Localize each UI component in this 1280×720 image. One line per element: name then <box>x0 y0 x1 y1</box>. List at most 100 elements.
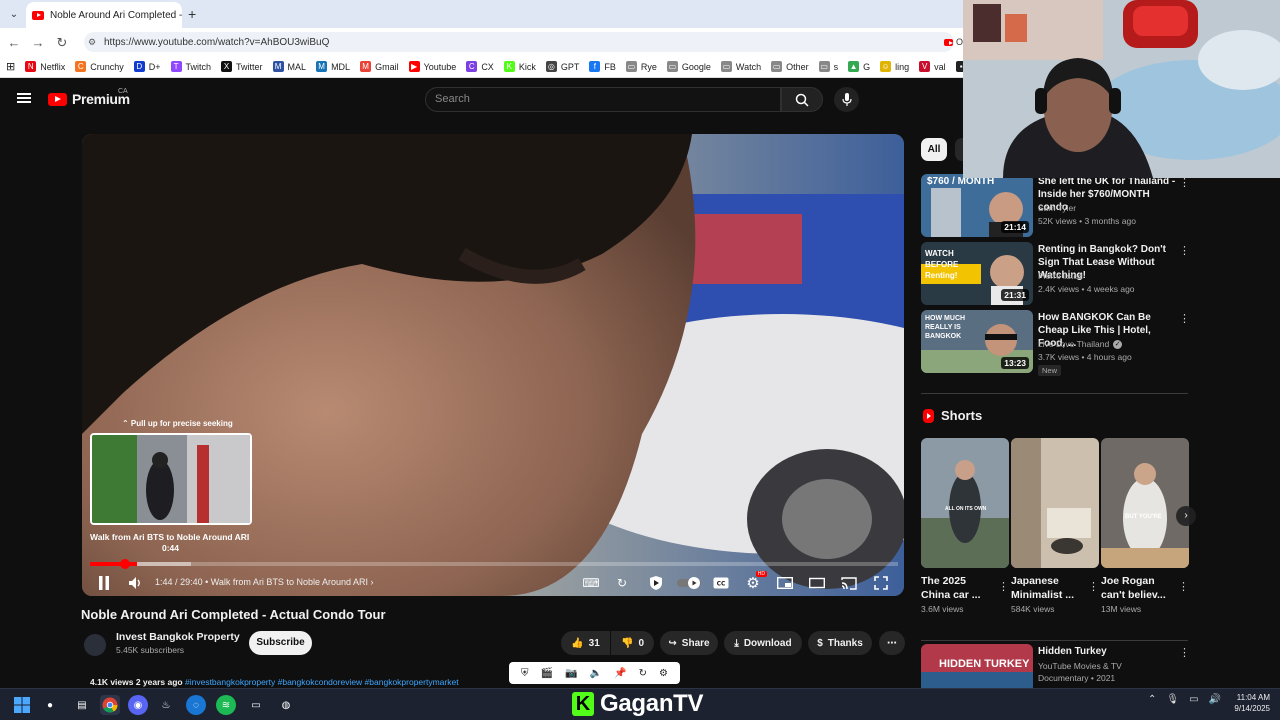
dislike-button[interactable]: 👎 0 <box>611 631 654 655</box>
camera-icon[interactable]: 📷 <box>565 668 577 679</box>
description-box[interactable]: 4.1K views 2 years ago #investbangkokpro… <box>82 677 904 688</box>
bookmark-15[interactable]: ▭ Watch <box>720 61 761 72</box>
channel-avatar[interactable] <box>84 634 106 656</box>
recommendation-2[interactable]: WATCH BEFORE Renting! 21:31 Renting in B… <box>921 242 1191 306</box>
search-input[interactable]: Search <box>425 87 781 112</box>
recommendation-channel[interactable]: YouTube Movies & TV <box>1038 661 1122 671</box>
chrome-icon[interactable] <box>100 695 120 715</box>
app-icon[interactable]: ◌ <box>186 695 206 715</box>
bookmark-9[interactable]: C CX <box>466 61 494 72</box>
download-button[interactable]: ⤓ Download <box>724 631 802 655</box>
search-button[interactable] <box>781 87 823 112</box>
bookmark-4[interactable]: X Twitter <box>221 61 263 72</box>
refresh-icon[interactable]: ↻ <box>639 668 647 679</box>
bookmark-10[interactable]: K Kick <box>503 61 536 72</box>
captions-button[interactable]: CC <box>712 574 730 592</box>
apps-grid-icon[interactable]: ⊞ <box>6 60 15 73</box>
keyboard-button[interactable]: ⌨ <box>582 574 600 592</box>
bookmark-16[interactable]: ▭ Other <box>771 61 809 72</box>
reload-icon[interactable]: ↻ <box>50 35 74 51</box>
recommendation-1[interactable]: $760 / MONTH 21:14 She left the UK for T… <box>921 174 1191 238</box>
site-info-icon[interactable]: ⚙ <box>88 37 96 48</box>
short-1[interactable]: ALL ON ITS OWN The 2025 China car ... 3.… <box>921 438 1009 614</box>
chapter-title[interactable]: Walk from Ari BTS to Noble Around ARI <box>211 577 368 587</box>
kebab-menu-icon[interactable]: ⋮ <box>1088 580 1099 593</box>
bookmark-3[interactable]: T Twitch <box>170 61 211 72</box>
recommendation-channel[interactable]: Live Love Thailand ✓ <box>1038 339 1123 349</box>
taskbar-clock[interactable]: 11:04 AM 9/14/2025 <box>1226 692 1270 714</box>
filter-chip-next[interactable] <box>955 138 963 161</box>
bookmark-1[interactable]: C Crunchy <box>75 61 124 72</box>
shield-button[interactable] <box>647 574 665 592</box>
spotify-icon[interactable]: ≋ <box>216 695 236 715</box>
recommendation-channel[interactable]: Pierre listed <box>1038 271 1083 281</box>
kebab-menu-icon[interactable]: ⋮ <box>998 580 1009 593</box>
bookmark-2[interactable]: D D+ <box>133 61 161 72</box>
theater-mode-button[interactable] <box>808 574 826 592</box>
monitor-icon[interactable]: ▭ <box>246 695 266 715</box>
subscribe-button[interactable]: Subscribe <box>249 631 312 655</box>
hamburger-menu-icon[interactable] <box>17 93 31 103</box>
shorts-next-button[interactable]: › <box>1176 506 1196 526</box>
clapper-icon[interactable]: 🎬 <box>541 668 553 679</box>
display-icon[interactable]: ▭ <box>1189 694 1198 705</box>
kebab-menu-icon[interactable]: ⋮ <box>1179 646 1190 659</box>
bookmark-19[interactable]: ☺ ling <box>880 61 909 72</box>
short-title[interactable]: Joe Rogan can't believ... <box>1101 574 1173 602</box>
channel-name[interactable]: Invest Bangkok Property <box>116 631 240 643</box>
short-3[interactable]: BUT YOU'RE Joe Rogan can't believ... 13M… <box>1101 438 1189 614</box>
bookmark-17[interactable]: ▭ s <box>818 61 838 72</box>
chevron-right-icon[interactable]: › <box>371 577 374 587</box>
video-player[interactable]: ⌃ Pull up for precise seeking Walk from … <box>82 134 904 596</box>
chevron-up-icon[interactable]: ⌃ <box>1148 694 1156 705</box>
volume-icon[interactable]: 🔊 <box>1209 694 1221 705</box>
bookmark-7[interactable]: M Gmail <box>360 61 399 72</box>
progress-bar[interactable] <box>90 559 898 569</box>
speaker-icon[interactable]: 🔈 <box>590 668 602 679</box>
volume-button[interactable] <box>126 574 144 592</box>
short-2[interactable]: Japanese Minimalist ... 584K views ⋮ <box>1011 438 1099 614</box>
miniplayer-button[interactable] <box>776 574 794 592</box>
pause-button[interactable] <box>95 574 113 592</box>
bookmark-13[interactable]: ▭ Rye <box>625 61 657 72</box>
browser-tab-active[interactable]: Noble Around Ari Completed - Actual Cond… <box>26 2 182 28</box>
bookmark-8[interactable]: ▶ Youtube <box>408 61 456 72</box>
steam-icon[interactable]: ♨ <box>156 695 176 715</box>
bookmark-0[interactable]: N Netflix <box>25 61 65 72</box>
recommendation-title[interactable]: Hidden Turkey <box>1038 645 1178 658</box>
bookmark-21[interactable]: ▪1 <box>955 61 963 72</box>
microphone-icon[interactable]: 🎙 <box>1166 694 1179 705</box>
forward-icon[interactable]: → <box>26 35 50 50</box>
filter-chip-all[interactable]: All <box>921 138 947 161</box>
bookmark-20[interactable]: Vval <box>919 61 946 72</box>
kebab-menu-icon[interactable]: ⋮ <box>1179 312 1190 325</box>
search-icon[interactable]: ● <box>40 695 60 715</box>
bookmark-12[interactable]: f FB <box>589 61 616 72</box>
back-icon[interactable]: ← <box>2 35 26 50</box>
recommendation-3[interactable]: HOW MUCH REALLY IS BANGKOK 13:23 How BAN… <box>921 310 1191 376</box>
short-title[interactable]: Japanese Minimalist ... <box>1011 574 1083 602</box>
new-tab-button[interactable]: + <box>188 6 196 22</box>
like-button[interactable]: 👍 31 <box>561 631 610 655</box>
bookmark-18[interactable]: ▲ G <box>848 61 870 72</box>
tab-search-icon[interactable]: ⌄ <box>4 4 24 24</box>
thanks-button[interactable]: $ Thanks <box>808 631 872 655</box>
discord-icon[interactable]: ◉ <box>128 695 148 715</box>
kebab-menu-icon[interactable]: ⋮ <box>1179 244 1190 257</box>
short-title[interactable]: The 2025 China car ... <box>921 574 993 602</box>
bookmark-6[interactable]: M MDL <box>316 61 350 72</box>
hashtags[interactable]: #investbangkokproperty #bangkokcondorevi… <box>185 677 459 687</box>
bookmark-14[interactable]: ▭ Google <box>666 61 711 72</box>
kebab-menu-icon[interactable]: ⋮ <box>1178 580 1189 593</box>
replay-button[interactable]: ↻ <box>613 574 631 592</box>
fullscreen-button[interactable] <box>872 574 890 592</box>
file-explorer-icon[interactable]: ▤ <box>72 695 92 715</box>
obs-icon[interactable]: ◍ <box>276 695 296 715</box>
settings-button[interactable]: ⚙ HD <box>744 571 767 592</box>
recommendation-channel[interactable]: Sam Tyler <box>1038 203 1076 213</box>
gamepad-icon[interactable]: ⚙ <box>659 668 668 679</box>
cast-button[interactable] <box>840 574 858 592</box>
windows-start-icon[interactable] <box>12 695 32 715</box>
more-actions-button[interactable]: ⋯ <box>879 631 905 655</box>
share-button[interactable]: ↪ Share <box>660 631 718 655</box>
